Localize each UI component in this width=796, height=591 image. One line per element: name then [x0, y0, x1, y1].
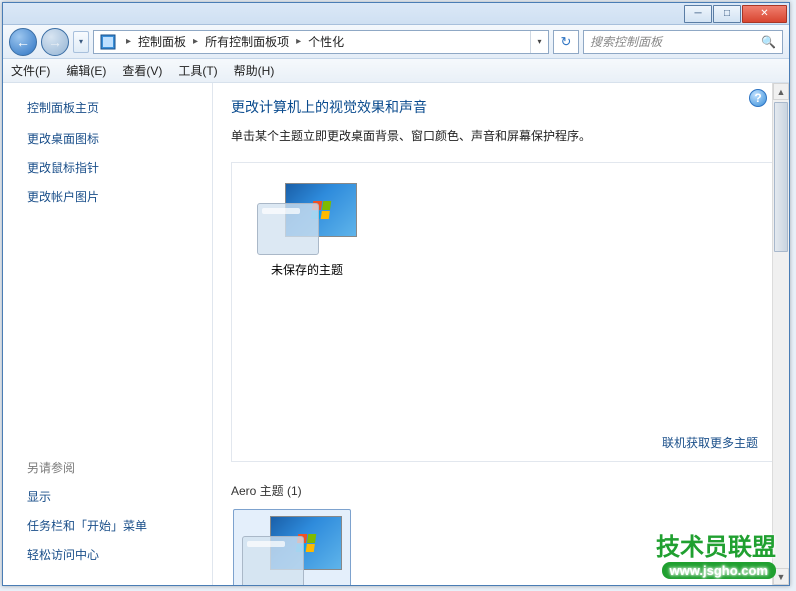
refresh-button[interactable]: ↻: [553, 30, 579, 54]
help-icon[interactable]: ?: [749, 89, 767, 107]
theme-thumbnail: [257, 183, 357, 255]
theme-area: 未保存的主题 联机获取更多主题: [231, 162, 777, 462]
aero-section-label: Aero 主题 (1): [231, 482, 777, 499]
nav-bar: ← → ▾ ▸ 控制面板 ▸ 所有控制面板项 ▸ 个性化 ▾ ↻ 搜索控制面板 …: [3, 25, 789, 59]
page-description: 单击某个主题立即更改桌面背景、窗口颜色、声音和屏幕保护程序。: [231, 127, 777, 144]
address-dropdown[interactable]: ▾: [530, 31, 548, 53]
window: ─ □ ✕ ← → ▾ ▸ 控制面板 ▸ 所有控制面板项 ▸ 个性化 ▾ ↻ 搜…: [2, 2, 790, 586]
titlebar: ─ □ ✕: [3, 3, 789, 25]
spacer: [27, 217, 198, 459]
scroll-track[interactable]: [773, 100, 789, 568]
sidebar-link-display[interactable]: 显示: [27, 488, 198, 505]
nav-history-dropdown[interactable]: ▾: [73, 31, 89, 53]
menu-help[interactable]: 帮助(H): [234, 62, 275, 79]
minimize-button[interactable]: ─: [684, 5, 712, 23]
sidebar-home-link[interactable]: 控制面板主页: [27, 99, 198, 116]
search-icon: 🔍: [761, 35, 776, 49]
theme-label: 未保存的主题: [271, 261, 343, 278]
sidebar-link-ease-of-access[interactable]: 轻松访问中心: [27, 546, 198, 563]
scrollbar[interactable]: ▲ ▼: [772, 83, 789, 585]
scroll-down-button[interactable]: ▼: [773, 568, 789, 585]
online-themes-link[interactable]: 联机获取更多主题: [662, 434, 758, 451]
sidebar-link-desktop-icons[interactable]: 更改桌面图标: [27, 130, 198, 147]
see-also-label: 另请参阅: [27, 459, 198, 476]
chevron-right-icon: ▸: [122, 36, 135, 47]
theme-windows7[interactable]: Windows 7: [233, 509, 351, 585]
menu-edit[interactable]: 编辑(E): [66, 62, 106, 79]
breadcrumb-item[interactable]: 所有控制面板项: [202, 33, 292, 50]
aero-theme-area: Windows 7: [231, 509, 777, 585]
scroll-up-button[interactable]: ▲: [773, 83, 789, 100]
search-input[interactable]: 搜索控制面板 🔍: [583, 30, 783, 54]
page-heading: 更改计算机上的视觉效果和声音: [231, 97, 777, 117]
maximize-button[interactable]: □: [713, 5, 741, 23]
menu-view[interactable]: 查看(V): [122, 62, 162, 79]
menu-tools[interactable]: 工具(T): [178, 62, 217, 79]
breadcrumb-item[interactable]: 控制面板: [135, 33, 189, 50]
scroll-thumb[interactable]: [774, 102, 788, 252]
chevron-right-icon: ▸: [292, 36, 305, 47]
theme-thumbnail: [242, 516, 342, 585]
back-button[interactable]: ←: [9, 28, 37, 56]
search-placeholder: 搜索控制面板: [590, 33, 662, 50]
forward-button[interactable]: →: [41, 28, 69, 56]
sidebar-link-mouse-pointers[interactable]: 更改鼠标指针: [27, 159, 198, 176]
sidebar: 控制面板主页 更改桌面图标 更改鼠标指针 更改帐户图片 另请参阅 显示 任务栏和…: [3, 83, 213, 585]
body: 控制面板主页 更改桌面图标 更改鼠标指针 更改帐户图片 另请参阅 显示 任务栏和…: [3, 83, 789, 585]
close-button[interactable]: ✕: [742, 5, 787, 23]
menu-file[interactable]: 文件(F): [11, 62, 50, 79]
sidebar-link-account-picture[interactable]: 更改帐户图片: [27, 188, 198, 205]
address-bar[interactable]: ▸ 控制面板 ▸ 所有控制面板项 ▸ 个性化 ▾: [93, 30, 549, 54]
chevron-right-icon: ▸: [189, 36, 202, 47]
breadcrumb-item[interactable]: 个性化: [305, 33, 347, 50]
control-panel-icon: [98, 32, 118, 52]
content-pane: ? 更改计算机上的视觉效果和声音 单击某个主题立即更改桌面背景、窗口颜色、声音和…: [213, 83, 789, 585]
menu-bar: 文件(F) 编辑(E) 查看(V) 工具(T) 帮助(H): [3, 59, 789, 83]
content-inner: 更改计算机上的视觉效果和声音 单击某个主题立即更改桌面背景、窗口颜色、声音和屏幕…: [213, 83, 789, 585]
theme-unsaved[interactable]: 未保存的主题: [248, 177, 366, 284]
sidebar-link-taskbar[interactable]: 任务栏和「开始」菜单: [27, 517, 198, 534]
